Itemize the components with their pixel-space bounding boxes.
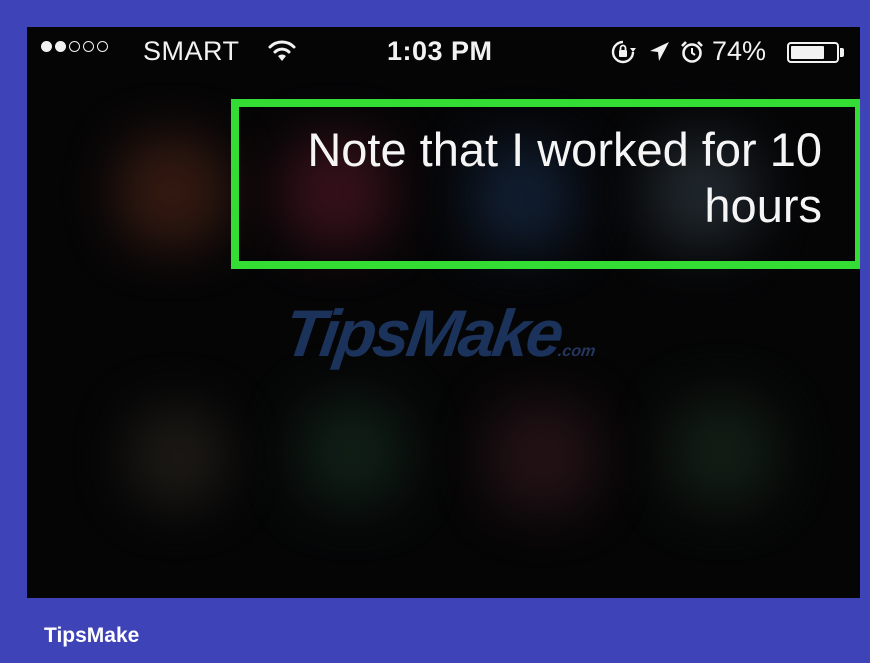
signal-dot-filled [55, 41, 66, 52]
signal-dot-empty [97, 41, 108, 52]
signal-strength-dots [41, 41, 108, 52]
battery-icon [787, 42, 839, 63]
signal-dot-empty [83, 41, 94, 52]
phone-screen: SMART 1:03 PM 74% Note that I worked for… [27, 27, 860, 598]
alarm-clock-icon [679, 39, 705, 72]
signal-dot-filled [41, 41, 52, 52]
location-arrow-icon [647, 39, 671, 72]
tipsmake-watermark-logo: TipsMake.com [279, 296, 597, 370]
blurred-app-icon [487, 402, 597, 512]
siri-request-text: Note that I worked for 10 hours [307, 123, 822, 232]
signal-dot-empty [69, 41, 80, 52]
wifi-icon [267, 38, 297, 71]
battery-percentage: 74% [712, 36, 767, 66]
status-bar: SMART 1:03 PM 74% [27, 27, 860, 77]
blurred-app-icon [127, 407, 227, 507]
footer-caption: TipsMake [44, 624, 140, 647]
blurred-app-icon [297, 397, 407, 507]
battery-level-fill [791, 46, 824, 59]
carrier-name: SMART [143, 36, 240, 66]
battery-terminal [840, 48, 844, 57]
clock-time: 1:03 PM [387, 36, 493, 66]
blurred-app-icon [117, 137, 227, 247]
rotation-lock-icon [610, 39, 636, 72]
blurred-app-icon [667, 397, 777, 507]
image-frame: SMART 1:03 PM 74% Note that I worked for… [0, 0, 870, 663]
